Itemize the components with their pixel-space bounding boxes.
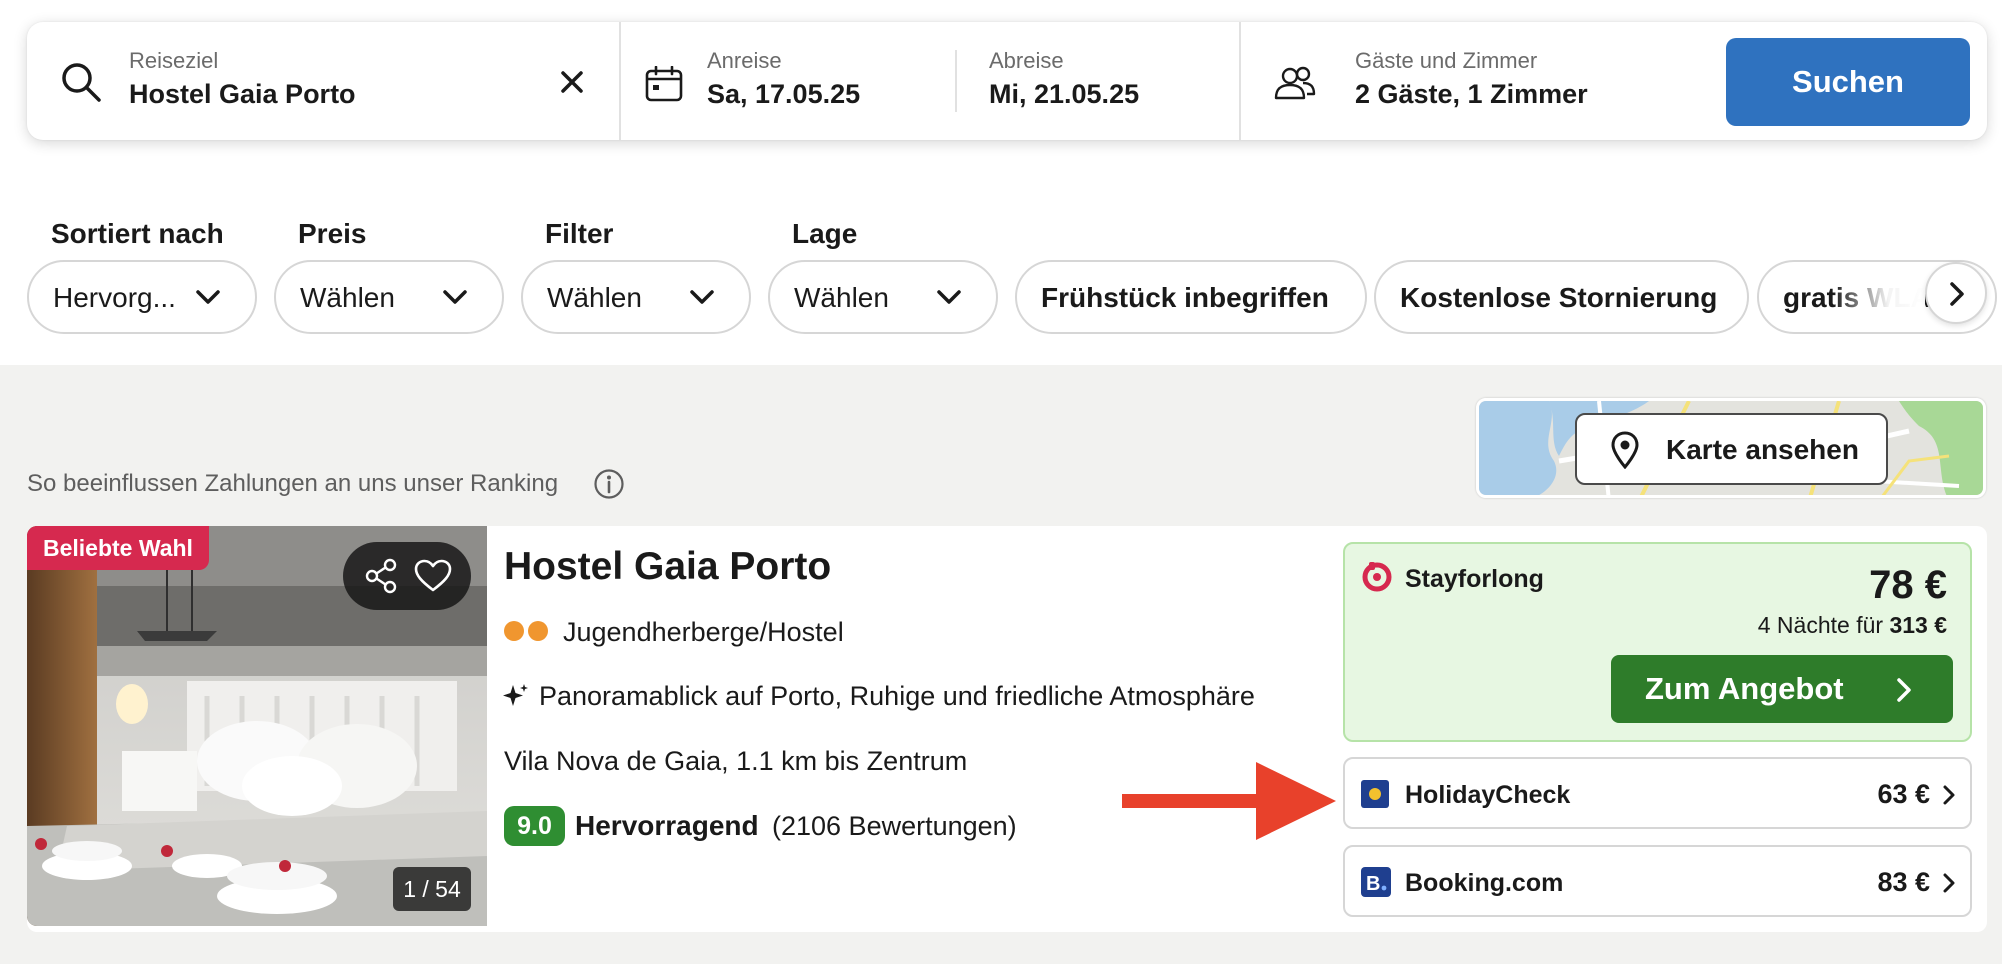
search-bar: Reiseziel Hostel Gaia Porto Anreise Sa, … [27, 22, 1987, 140]
price-select[interactable]: Wählen [274, 260, 504, 334]
stayforlong-logo [1362, 562, 1392, 592]
clear-destination-button[interactable] [552, 62, 592, 102]
ranking-note[interactable]: So beeinflussen Zahlungen an uns unser R… [27, 470, 558, 498]
featured-price: 78 € [1869, 563, 1947, 607]
hostel-rating-dot [504, 621, 524, 641]
share-button[interactable] [357, 552, 405, 600]
chip-free-cancellation[interactable]: Kostenlose Stornierung [1374, 260, 1749, 334]
sparkle-icon [503, 684, 528, 706]
svg-text:B: B [1366, 873, 1380, 895]
info-icon[interactable] [593, 468, 625, 500]
users-icon [1274, 66, 1316, 100]
location-select-value: Wählen [794, 282, 889, 313]
show-map-label: Karte ansehen [1666, 434, 1859, 465]
rating-count[interactable]: (2106 Bewertungen) [772, 811, 1017, 842]
destination-label: Reiseziel [129, 48, 219, 73]
hotel-location: Vila Nova de Gaia, 1.1 km bis Zentrum [504, 746, 968, 776]
search-icon [62, 63, 101, 102]
location-select[interactable]: Wählen [768, 260, 998, 334]
heart-icon [414, 559, 452, 592]
sort-select[interactable]: Hervorg... [27, 260, 257, 334]
hostel-rating-dot [528, 621, 548, 641]
price-label: Preis [298, 218, 367, 249]
featured-total-value: 313 € [1889, 612, 1947, 638]
chevron-down-icon [443, 290, 467, 304]
calendar-icon [645, 66, 683, 102]
filter-select[interactable]: Wählen [521, 260, 751, 334]
view-offer-label: Zum Angebot [1645, 671, 1844, 706]
close-icon [561, 71, 583, 93]
share-icon [365, 558, 397, 594]
offer-row-holidaycheck[interactable]: HolidayCheck 63 € [1343, 757, 1972, 829]
favorite-button[interactable] [409, 552, 457, 600]
offer-price: 83 € [1877, 867, 1930, 897]
checkin-value: Sa, 17.05.25 [707, 79, 861, 109]
price-select-value: Wählen [300, 282, 395, 313]
chip-breakfast-label: Frühstück inbegriffen [1041, 282, 1329, 313]
guests-field[interactable]: Gäste und Zimmer 2 Gäste, 1 Zimmer [1241, 22, 1711, 140]
guests-value: 2 Gäste, 1 Zimmer [1355, 79, 1588, 109]
chevron-right-icon [1943, 873, 1955, 893]
offer-provider-name: HolidayCheck [1405, 781, 1571, 809]
offer-price: 63 € [1877, 779, 1930, 809]
map-pin-icon [1611, 431, 1639, 469]
chevron-down-icon [690, 290, 714, 304]
chevron-right-icon [1950, 282, 1964, 306]
view-offer-button[interactable]: Zum Angebot [1611, 655, 1953, 723]
offer-row-booking[interactable]: B Booking.com 83 € [1343, 845, 1972, 917]
hotel-type: Jugendherberge/Hostel [563, 617, 844, 647]
rating-score-badge: 9.0 [504, 806, 565, 846]
location-label: Lage [792, 218, 858, 249]
chevron-right-icon [1897, 678, 1911, 702]
chevron-right-icon [1943, 785, 1955, 805]
chevron-down-icon [937, 290, 961, 304]
photo-actions [343, 542, 471, 610]
checkin-field[interactable]: Anreise Sa, 17.05.25 [621, 22, 983, 140]
featured-total-prefix: 4 Nächte für [1757, 612, 1884, 638]
checkin-label: Anreise [707, 48, 782, 73]
destination-value[interactable]: Hostel Gaia Porto [129, 79, 356, 110]
hotel-name[interactable]: Hostel Gaia Porto [504, 545, 831, 589]
checkout-value: Mi, 21.05.25 [989, 79, 1140, 109]
sort-select-value: Hervorg... [53, 282, 176, 313]
holidaycheck-logo [1361, 780, 1389, 808]
filter-select-value: Wählen [547, 282, 642, 313]
checkout-field[interactable]: Abreise Mi, 21.05.25 [957, 22, 1239, 140]
featured-total: 4 Nächte für 313 € [1758, 612, 1947, 639]
chip-breakfast[interactable]: Frühstück inbegriffen [1015, 260, 1367, 334]
popular-choice-badge: Beliebte Wahl [27, 526, 209, 570]
annotation-arrow [1122, 762, 1336, 840]
rating-word: Hervorragend [575, 810, 759, 841]
filter-scroll-right-button[interactable] [1925, 262, 1987, 324]
destination-field[interactable]: Reiseziel Hostel Gaia Porto [27, 22, 619, 140]
guests-label: Gäste und Zimmer [1355, 48, 1538, 73]
photo-counter: 1 / 54 [393, 867, 471, 911]
sort-label: Sortiert nach [51, 218, 224, 249]
booking-logo: B [1361, 867, 1391, 897]
hotel-highlights: Panoramablick auf Porto, Ruhige und frie… [539, 681, 1255, 711]
filter-label: Filter [545, 218, 614, 249]
search-button[interactable]: Suchen [1726, 38, 1970, 126]
show-map-button[interactable]: Karte ansehen [1575, 413, 1888, 485]
featured-provider-name: Stayforlong [1405, 565, 1544, 593]
chevron-down-icon [196, 290, 220, 304]
checkout-label: Abreise [989, 48, 1064, 73]
offer-provider-name: Booking.com [1405, 869, 1564, 897]
chip-free-cancellation-label: Kostenlose Stornierung [1400, 282, 1718, 313]
